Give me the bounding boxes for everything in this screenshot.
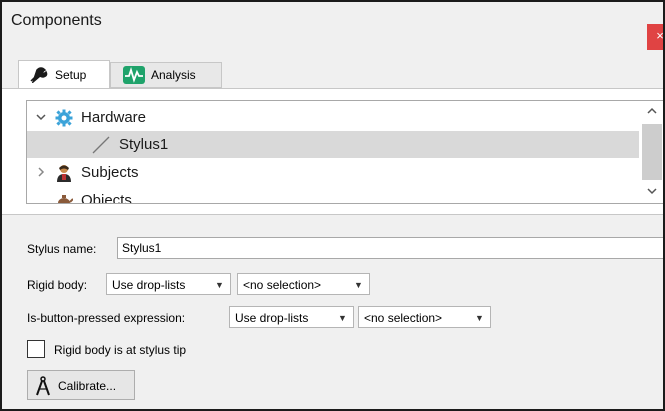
chevron-up-icon — [647, 107, 657, 114]
tree-item-label: Stylus1 — [119, 136, 169, 153]
component-tree[interactable]: Hardware Stylus1 Subjects Objects — [26, 100, 663, 204]
person-icon — [57, 165, 71, 182]
chevron-down-icon[interactable] — [35, 111, 47, 123]
chevron-right-icon[interactable] — [35, 166, 47, 178]
teapot-icon — [58, 195, 73, 203]
scrollbar-thumb[interactable] — [642, 124, 662, 180]
scroll-down-button[interactable] — [639, 181, 663, 201]
scroll-up-button[interactable] — [639, 101, 663, 119]
stylus-icon — [92, 136, 110, 154]
gear-icon — [55, 109, 73, 127]
components-window: Components × Setup Analysis Hardware Sty… — [0, 0, 665, 411]
calibrate-button[interactable]: Calibrate... — [27, 370, 135, 400]
rigid-body-selection-value: <no selection> — [243, 278, 322, 292]
chevron-down-icon — [647, 188, 657, 195]
tab-analysis[interactable]: Analysis — [110, 62, 222, 88]
wrench-icon — [30, 67, 48, 83]
tree-item-subjects[interactable]: Subjects — [27, 159, 639, 186]
stylus-tip-checkbox[interactable] — [27, 340, 45, 358]
tab-setup[interactable]: Setup — [18, 60, 110, 89]
button-expression-label: Is-button-pressed expression: — [27, 311, 186, 325]
calibrate-button-label: Calibrate... — [58, 379, 117, 393]
tree-item-hardware[interactable]: Hardware — [27, 104, 639, 131]
button-expression-mode-select[interactable]: Use drop-lists ▼ — [229, 306, 354, 328]
tree-item-label: Hardware — [81, 109, 147, 126]
button-expression-select[interactable]: <no selection> ▼ — [358, 306, 491, 328]
close-icon: × — [656, 28, 664, 43]
dropdown-arrow-icon: ▼ — [215, 280, 224, 290]
stylus-tip-checkbox-label: Rigid body is at stylus tip — [54, 343, 187, 357]
dropdown-arrow-icon: ▼ — [338, 313, 347, 323]
close-button[interactable]: × — [647, 24, 664, 50]
tree-item-label: Objects — [81, 192, 132, 204]
rigid-body-mode-select[interactable]: Use drop-lists ▼ — [106, 273, 231, 295]
compass-icon — [36, 376, 50, 396]
rigid-body-label: Rigid body: — [27, 278, 88, 292]
stylus-name-input[interactable] — [117, 237, 663, 259]
tab-setup-label: Setup — [55, 68, 87, 82]
tab-analysis-label: Analysis — [151, 68, 196, 82]
rigid-body-mode-value: Use drop-lists — [112, 278, 186, 292]
rigid-body-select[interactable]: <no selection> ▼ — [237, 273, 370, 295]
window-title: Components — [11, 12, 102, 29]
stylus-name-label: Stylus name: — [27, 242, 97, 256]
tree-item-label: Subjects — [81, 164, 139, 181]
dropdown-arrow-icon: ▼ — [475, 313, 484, 323]
tree-item-objects[interactable]: Objects — [27, 187, 639, 204]
button-expression-selection-value: <no selection> — [364, 311, 443, 325]
title-bar[interactable]: Components × — [2, 2, 663, 50]
tree-scrollbar[interactable] — [639, 101, 663, 203]
button-expression-mode-value: Use drop-lists — [235, 311, 309, 325]
waveform-icon — [123, 66, 145, 84]
tree-item-stylus1[interactable]: Stylus1 — [27, 131, 639, 158]
dropdown-arrow-icon: ▼ — [354, 280, 363, 290]
